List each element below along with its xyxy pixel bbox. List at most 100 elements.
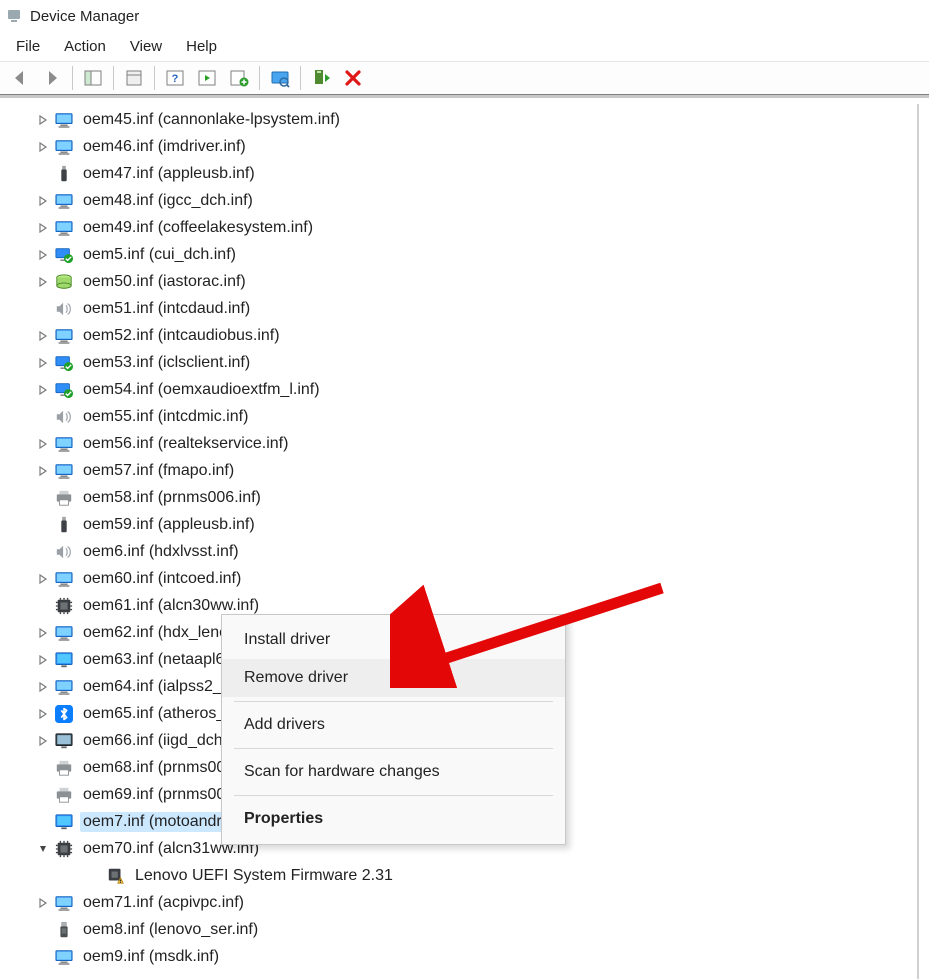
tree-item[interactable]: oem6.inf (hdxlvsst.inf) bbox=[0, 538, 919, 565]
tree-item-label: oem54.inf (oemxaudioextfm_l.inf) bbox=[80, 380, 323, 400]
monitor-icon bbox=[54, 326, 74, 346]
tree-item-label: oem50.inf (iastorac.inf) bbox=[80, 272, 249, 292]
ctx-remove-driver[interactable]: Remove driver bbox=[222, 659, 565, 697]
expand-icon[interactable] bbox=[34, 111, 52, 129]
expand-icon[interactable] bbox=[34, 138, 52, 156]
display2-icon bbox=[54, 731, 74, 751]
expand-icon[interactable] bbox=[34, 273, 52, 291]
svg-text:?: ? bbox=[172, 73, 179, 85]
display-icon bbox=[54, 650, 74, 670]
tree-item-label: oem5.inf (cui_dch.inf) bbox=[80, 245, 239, 265]
speaker-icon bbox=[54, 407, 74, 427]
expand-icon[interactable] bbox=[34, 678, 52, 696]
tree-item[interactable]: oem8.inf (lenovo_ser.inf) bbox=[0, 916, 919, 943]
monitor-icon bbox=[54, 434, 74, 454]
device-tree[interactable]: oem45.inf (cannonlake-lpsystem.inf) oem46… bbox=[0, 104, 919, 979]
tree-item[interactable]: oem52.inf (intcaudiobus.inf) bbox=[0, 322, 919, 349]
expand-icon[interactable] bbox=[34, 327, 52, 345]
expand-icon[interactable] bbox=[34, 354, 52, 372]
tree-item-label: oem6.inf (hdxlvsst.inf) bbox=[80, 542, 242, 562]
tree-item-label: oem55.inf (intcdmic.inf) bbox=[80, 407, 251, 427]
monitor-icon bbox=[54, 947, 74, 967]
remove-device-button[interactable] bbox=[338, 63, 368, 93]
monitorg-icon bbox=[54, 245, 74, 265]
tree-item-label: oem53.inf (iclsclient.inf) bbox=[80, 353, 253, 373]
tree-item[interactable]: oem9.inf (msdk.inf) bbox=[0, 943, 919, 970]
monitor-icon bbox=[54, 110, 74, 130]
tree-item[interactable]: oem56.inf (realtekservice.inf) bbox=[0, 430, 919, 457]
ctx-add-drivers[interactable]: Add drivers bbox=[222, 706, 565, 744]
tree-item[interactable]: Lenovo UEFI System Firmware 2.31 bbox=[0, 862, 919, 889]
tree-item-label: oem57.inf (fmapo.inf) bbox=[80, 461, 237, 481]
menu-help[interactable]: Help bbox=[174, 34, 229, 59]
add-driver-button[interactable] bbox=[224, 63, 254, 93]
help-button[interactable]: ? bbox=[160, 63, 190, 93]
menu-file[interactable]: File bbox=[4, 34, 52, 59]
monitor-icon bbox=[54, 218, 74, 238]
expand-icon[interactable] bbox=[34, 381, 52, 399]
chip-icon bbox=[54, 839, 74, 859]
tree-item[interactable]: oem5.inf (cui_dch.inf) bbox=[0, 241, 919, 268]
tree-item[interactable]: oem55.inf (intcdmic.inf) bbox=[0, 403, 919, 430]
expand-icon[interactable] bbox=[34, 219, 52, 237]
ctx-properties[interactable]: Properties bbox=[222, 800, 565, 838]
tree-item[interactable]: oem49.inf (coffeelakesystem.inf) bbox=[0, 214, 919, 241]
usb2-icon bbox=[54, 920, 74, 940]
app-icon bbox=[6, 8, 22, 24]
ctx-install-driver[interactable]: Install driver bbox=[222, 621, 565, 659]
expand-icon[interactable] bbox=[34, 462, 52, 480]
ctx-scan-hardware[interactable]: Scan for hardware changes bbox=[222, 753, 565, 791]
tree-item[interactable]: oem46.inf (imdriver.inf) bbox=[0, 133, 919, 160]
monitor-icon bbox=[54, 191, 74, 211]
tree-item[interactable]: oem60.inf (intcoed.inf) bbox=[0, 565, 919, 592]
tree-item[interactable]: oem51.inf (intcdaud.inf) bbox=[0, 295, 919, 322]
window-title: Device Manager bbox=[30, 8, 139, 25]
expand-icon[interactable] bbox=[34, 894, 52, 912]
expand-icon[interactable] bbox=[34, 192, 52, 210]
action-button[interactable] bbox=[192, 63, 222, 93]
tree-item[interactable]: oem48.inf (igcc_dch.inf) bbox=[0, 187, 919, 214]
tree-item-label: oem49.inf (coffeelakesystem.inf) bbox=[80, 218, 316, 238]
expand-icon[interactable] bbox=[34, 651, 52, 669]
expand-icon[interactable] bbox=[34, 732, 52, 750]
titlebar: Device Manager bbox=[0, 0, 929, 32]
collapse-icon[interactable] bbox=[34, 840, 52, 858]
scan-hardware-button[interactable] bbox=[265, 63, 295, 93]
expand-icon[interactable] bbox=[34, 246, 52, 264]
tree-item[interactable]: oem54.inf (oemxaudioextfm_l.inf) bbox=[0, 376, 919, 403]
tree-item[interactable]: oem71.inf (acpivpc.inf) bbox=[0, 889, 919, 916]
install-device-button[interactable] bbox=[306, 63, 336, 93]
speaker-icon bbox=[54, 542, 74, 562]
tree-item[interactable]: oem45.inf (cannonlake-lpsystem.inf) bbox=[0, 106, 919, 133]
tree-item-label: oem46.inf (imdriver.inf) bbox=[80, 137, 249, 157]
back-button[interactable] bbox=[5, 63, 35, 93]
expand-icon[interactable] bbox=[34, 705, 52, 723]
printer-icon bbox=[54, 758, 74, 778]
tree-item-label: oem9.inf (msdk.inf) bbox=[80, 947, 222, 967]
properties-button[interactable] bbox=[119, 63, 149, 93]
tree-item-label: oem48.inf (igcc_dch.inf) bbox=[80, 191, 256, 211]
monitorg-icon bbox=[54, 380, 74, 400]
monitor-icon bbox=[54, 677, 74, 697]
tree-item[interactable]: oem47.inf (appleusb.inf) bbox=[0, 160, 919, 187]
toolbar: ? bbox=[0, 62, 929, 98]
show-hide-console-button[interactable] bbox=[78, 63, 108, 93]
expand-icon[interactable] bbox=[34, 435, 52, 453]
tree-item[interactable]: oem53.inf (iclsclient.inf) bbox=[0, 349, 919, 376]
chip-icon bbox=[54, 596, 74, 616]
expand-icon[interactable] bbox=[34, 624, 52, 642]
tree-item-label: oem45.inf (cannonlake-lpsystem.inf) bbox=[80, 110, 343, 130]
storage-icon bbox=[54, 272, 74, 292]
speaker-icon bbox=[54, 299, 74, 319]
tree-item-label: oem60.inf (intcoed.inf) bbox=[80, 569, 244, 589]
tree-item[interactable]: oem50.inf (iastorac.inf) bbox=[0, 268, 919, 295]
monitor-icon bbox=[54, 461, 74, 481]
tree-item[interactable]: oem58.inf (prnms006.inf) bbox=[0, 484, 919, 511]
tree-item[interactable]: oem57.inf (fmapo.inf) bbox=[0, 457, 919, 484]
forward-button[interactable] bbox=[37, 63, 67, 93]
menu-view[interactable]: View bbox=[118, 34, 174, 59]
menu-action[interactable]: Action bbox=[52, 34, 118, 59]
tree-item[interactable]: oem59.inf (appleusb.inf) bbox=[0, 511, 919, 538]
expand-icon[interactable] bbox=[34, 570, 52, 588]
display-icon bbox=[54, 812, 74, 832]
